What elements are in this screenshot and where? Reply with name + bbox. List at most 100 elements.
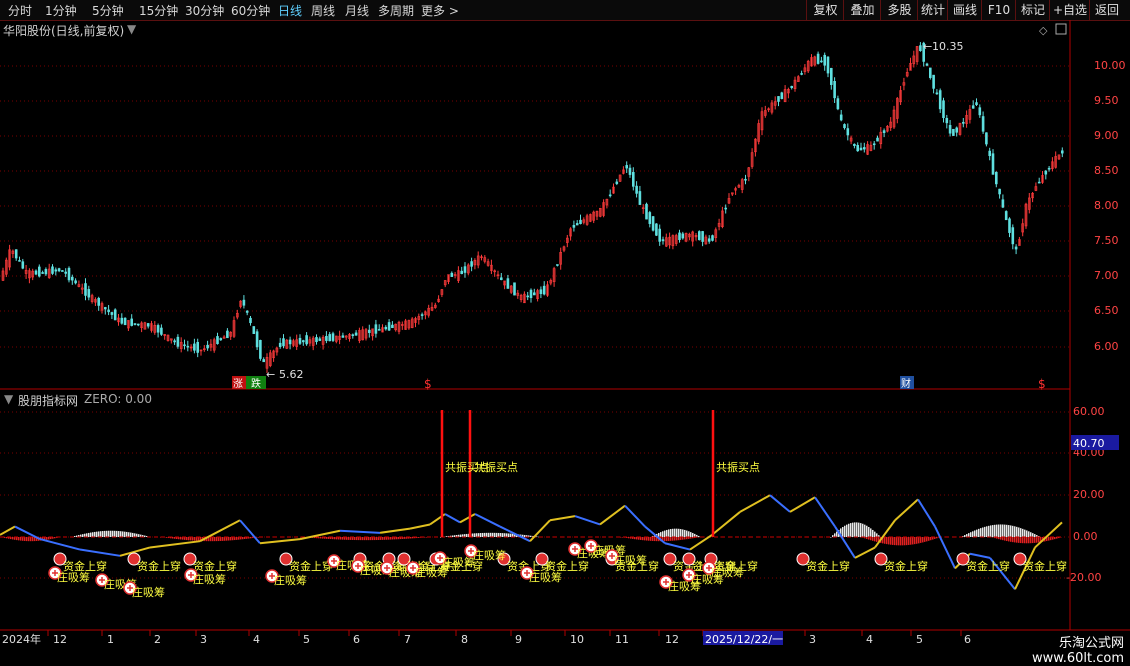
histogram-bar-down: [1020, 537, 1022, 544]
histogram-bar-down: [910, 537, 912, 545]
candle-body: [826, 56, 830, 74]
histogram-bar-down: [666, 537, 668, 542]
candle-body: [226, 330, 229, 339]
histogram-bar-up: [1026, 530, 1028, 537]
histogram-bar-down: [1054, 537, 1056, 540]
histogram-bar-up: [672, 528, 674, 537]
candle-body: [1011, 227, 1015, 245]
histogram-bar-down: [992, 537, 994, 538]
candle-body: [110, 312, 114, 315]
maximize-icon[interactable]: [1055, 23, 1067, 35]
y-tick: 8.50: [1094, 164, 1119, 177]
histogram-bar-up: [850, 523, 852, 537]
stock-chart[interactable]: 共振买点共振买点 共振买点资金上穿 资金上穿 资金上穿 资金上穿 资金上穿资金上穿 资金上穿…: [0, 0, 1130, 650]
oscillator-segment: [739, 494, 771, 513]
candlesticks: [1, 41, 1064, 374]
histogram-bar-up: [852, 522, 854, 537]
oscillator-segment: [769, 494, 791, 513]
absorb-label: 庄吸筹: [193, 572, 226, 586]
histogram-bar-up: [110, 530, 112, 537]
histogram-bar-up: [126, 531, 128, 537]
candle-body: [856, 144, 860, 152]
histogram-bar-down: [22, 537, 24, 541]
candle-body: [193, 343, 196, 351]
y-tick: 9.50: [1094, 94, 1119, 107]
histogram-bar-down: [884, 537, 886, 544]
candle-body: [556, 264, 559, 266]
candle-body: [176, 336, 180, 347]
candle-body: [651, 216, 655, 231]
candle-body: [354, 332, 358, 336]
histogram-bar-up: [830, 537, 832, 538]
absorb-label: 庄吸筹: [529, 570, 562, 584]
candle-body: [932, 74, 935, 89]
histogram-bar-down: [908, 537, 910, 545]
histogram-bar-down: [242, 537, 244, 540]
candle-body: [955, 127, 959, 133]
histogram-bar-down: [24, 537, 26, 541]
candle-body: [18, 260, 21, 262]
histogram-bar-down: [916, 537, 918, 544]
candle-body: [252, 326, 256, 334]
time-label: 10: [570, 633, 584, 646]
candle-body: [298, 337, 302, 344]
oscillator-segment: [149, 540, 201, 549]
histogram-bar-down: [334, 537, 336, 540]
histogram-bar-up: [500, 533, 502, 537]
candle-body: [242, 299, 246, 306]
diamond-icon[interactable]: ◇: [1039, 24, 1048, 37]
candle-body: [37, 266, 41, 277]
histogram-bar-down: [1038, 537, 1040, 543]
candle-body: [846, 128, 850, 136]
histogram-bar-up: [1016, 526, 1018, 537]
histogram-bar-down: [648, 537, 650, 541]
limit-up-marker-text: 涨: [233, 378, 243, 390]
time-label: 2: [154, 633, 161, 646]
histogram-bar-down: [1022, 537, 1024, 544]
fund-cross-label: 资金上穿: [193, 559, 237, 573]
oscillator-segment: [917, 498, 936, 528]
candle-body: [935, 92, 939, 95]
histogram-bar-down: [894, 537, 896, 546]
histogram-bar-up: [996, 524, 998, 537]
candle-body: [876, 137, 879, 142]
dollar-marker: $: [1038, 377, 1046, 391]
histogram-bar-up: [116, 530, 118, 537]
candle-body: [1001, 199, 1005, 208]
histogram-bar-down: [340, 537, 342, 540]
oscillator-segment: [239, 519, 261, 544]
histogram-bar-up: [836, 531, 838, 537]
candle-body: [288, 339, 292, 345]
candle-body: [367, 329, 371, 333]
candle-body: [981, 116, 985, 132]
histogram-bar-up: [680, 529, 682, 537]
time-label: 4: [866, 633, 873, 646]
candle-body: [820, 60, 823, 63]
histogram-bar-down: [228, 537, 230, 541]
histogram-bar-up: [124, 531, 126, 537]
histogram-bar-up: [1020, 528, 1022, 537]
histogram-bar-down: [634, 537, 636, 540]
candle-body: [853, 143, 856, 146]
absorb-label: 庄吸筹: [274, 573, 307, 587]
histogram-bar-up: [138, 534, 140, 537]
histogram-bar-up: [492, 532, 494, 537]
candle-body: [34, 270, 38, 275]
histogram-bar-down: [644, 537, 646, 541]
histogram-bar-down: [348, 537, 350, 540]
histogram-bar-up: [1014, 526, 1016, 537]
histogram-bar-down: [912, 537, 914, 545]
oscillator-segment: [894, 498, 919, 522]
histogram-bar-up: [510, 533, 512, 537]
histogram-bar-up: [690, 532, 692, 537]
fund-cross-label: 资金上穿: [966, 559, 1010, 573]
histogram-bar-down: [1014, 537, 1016, 543]
oscillator-segment: [409, 523, 431, 530]
histogram-bar-up: [504, 533, 506, 537]
histogram-bar-up: [1010, 525, 1012, 537]
histogram-bar-up: [472, 533, 474, 537]
histogram-bar-up: [1032, 533, 1034, 537]
histogram-bar-up: [874, 531, 876, 537]
histogram-bar-up: [698, 535, 700, 537]
candle-body: [1044, 170, 1048, 175]
